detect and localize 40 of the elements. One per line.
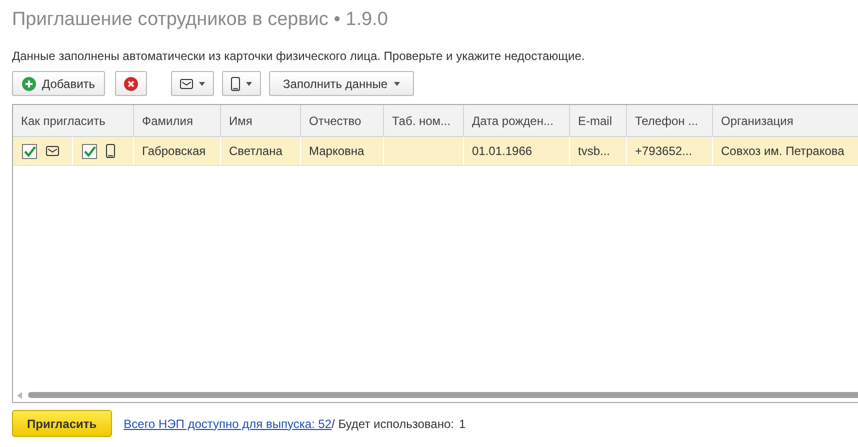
phone-icon [231, 76, 240, 90]
table-cell: 01.01.1966 [464, 137, 570, 165]
usage-count: 1 [458, 416, 466, 430]
invite-button[interactable]: Пригласить [12, 410, 112, 437]
column-header[interactable]: Как пригласить [13, 105, 134, 136]
table-cell: Совхоз им. Петракова [713, 137, 858, 165]
email-menu-button[interactable] [171, 71, 214, 96]
table-cell: tvsb... [570, 137, 627, 165]
phone-menu-button[interactable] [222, 71, 262, 96]
delete-button[interactable] [115, 71, 148, 96]
column-header[interactable]: Таб. ном... [384, 105, 464, 136]
certificates-link[interactable]: Всего НЭП доступно для выпуска: 52 [124, 416, 332, 430]
table-cell: Светлана [221, 137, 301, 165]
checkbox[interactable] [22, 144, 37, 158]
table-cell: Габровская [134, 137, 221, 165]
caret-icon [199, 82, 206, 86]
column-header[interactable]: Имя [221, 105, 301, 136]
envelope-icon [180, 78, 194, 88]
window-title: Приглашение сотрудников в сервис • 1.9.0 [12, 9, 389, 32]
phone-icon [106, 144, 116, 158]
plus-icon [22, 76, 36, 90]
column-header[interactable]: Отчество [301, 105, 384, 136]
column-header[interactable]: Телефон ... [627, 105, 713, 136]
column-header[interactable]: Фамилия [134, 105, 221, 136]
checkbox[interactable] [82, 144, 98, 158]
caret-icon [394, 82, 400, 86]
add-button[interactable]: Добавить [12, 71, 106, 96]
envelope-icon [46, 146, 59, 156]
column-header[interactable]: Дата рожден... [464, 105, 570, 136]
table-row[interactable]: Габровская Светлана Марковна 01.01.1966 tvsb... +793652... Совхоз им. Петракова [13, 137, 858, 166]
caret-icon [246, 82, 252, 86]
fill-data-button[interactable]: Заполнить данные [269, 71, 414, 96]
table-cell: +793652... [627, 137, 713, 165]
column-header[interactable]: E-mail [570, 105, 627, 136]
close-icon [124, 76, 138, 90]
column-header[interactable]: Организация [713, 105, 858, 136]
usage-label: / Будет использовано: [332, 416, 454, 430]
info-text: Данные заполнены автоматически из карточки физического лица. Проверьте и укажите недостающие. [12, 49, 586, 63]
table-cell: Марковна [301, 137, 384, 165]
horizontal-scrollbar[interactable] [28, 392, 858, 398]
